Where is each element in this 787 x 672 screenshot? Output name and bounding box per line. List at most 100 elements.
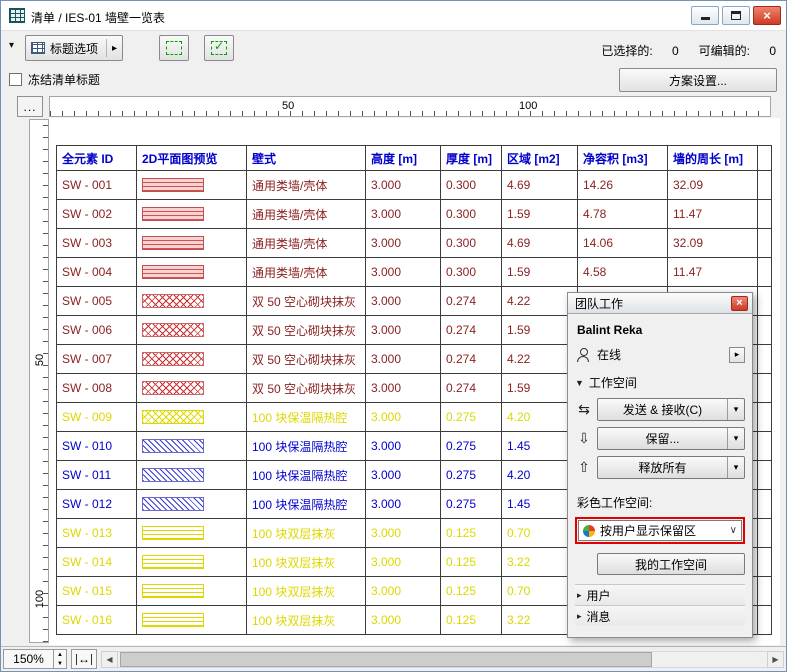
- cell-height[interactable]: 3.000: [366, 403, 441, 432]
- cell-perimeter[interactable]: 32.09: [668, 171, 758, 200]
- freeze-header-option[interactable]: 冻结清单标题: [9, 71, 100, 88]
- table-row[interactable]: SW - 002 通用类墙/壳体 3.000 0.300 1.59 4.78 1…: [57, 200, 772, 229]
- zoom-control[interactable]: 150% ▲ ▼: [3, 649, 67, 669]
- cell-element-id[interactable]: SW - 005: [57, 287, 137, 316]
- cell-preview[interactable]: [137, 577, 247, 606]
- cell-element-id[interactable]: SW - 002: [57, 200, 137, 229]
- column-header[interactable]: 2D平面图预览: [137, 146, 247, 171]
- messages-section-header[interactable]: ▸ 消息: [575, 605, 745, 626]
- colored-workspace-select[interactable]: 按用户显示保留区 ∨: [578, 520, 742, 541]
- cell-height[interactable]: 3.000: [366, 374, 441, 403]
- cell-net-volume[interactable]: 14.26: [578, 171, 668, 200]
- cell-height[interactable]: 3.000: [366, 490, 441, 519]
- cell-preview[interactable]: [137, 345, 247, 374]
- arrow-down-icon[interactable]: ▼: [54, 659, 66, 668]
- cell-element-id[interactable]: SW - 010: [57, 432, 137, 461]
- arrow-up-icon[interactable]: ▲: [54, 650, 66, 659]
- cell-element-id[interactable]: SW - 009: [57, 403, 137, 432]
- chevron-down-icon[interactable]: ▾: [727, 399, 744, 420]
- scrollbar-thumb[interactable]: [120, 652, 652, 667]
- cell-thickness[interactable]: 0.300: [441, 200, 502, 229]
- titlebar[interactable]: 清单 / IES-01 墙壁一览表 ×: [1, 1, 786, 31]
- chevron-down-icon[interactable]: ▾: [727, 428, 744, 449]
- cell-wall-type[interactable]: 100 块保温隔热腔: [247, 432, 366, 461]
- ruler-corner-button[interactable]: ...: [17, 96, 43, 117]
- cell-wall-type[interactable]: 100 块双层抹灰: [247, 548, 366, 577]
- cell-preview[interactable]: [137, 461, 247, 490]
- cell-element-id[interactable]: SW - 001: [57, 171, 137, 200]
- workspace-section-header[interactable]: ▼ 工作空间: [575, 374, 745, 391]
- horizontal-ruler[interactable]: 50 100: [49, 96, 771, 117]
- cell-wall-type[interactable]: 双 50 空心砌块抹灰: [247, 316, 366, 345]
- teamwork-palette-titlebar[interactable]: 团队工作 ×: [568, 293, 752, 314]
- column-header[interactable]: 高度 [m]: [366, 146, 441, 171]
- palette-close-button[interactable]: ×: [731, 296, 748, 311]
- cell-area[interactable]: 1.59: [502, 200, 578, 229]
- cell-thickness[interactable]: 0.274: [441, 287, 502, 316]
- column-header[interactable]: 区域 [m2]: [502, 146, 578, 171]
- minimize-button[interactable]: [691, 6, 719, 25]
- cell-wall-type[interactable]: 双 50 空心砌块抹灰: [247, 374, 366, 403]
- chevron-down-icon[interactable]: ▾: [9, 40, 14, 51]
- cell-preview[interactable]: [137, 519, 247, 548]
- cell-height[interactable]: 3.000: [366, 461, 441, 490]
- column-header[interactable]: 净容积 [m3]: [578, 146, 668, 171]
- cell-preview[interactable]: [137, 200, 247, 229]
- cell-thickness[interactable]: 0.275: [441, 403, 502, 432]
- cell-element-id[interactable]: SW - 013: [57, 519, 137, 548]
- release-all-button[interactable]: 释放所有 ▾: [597, 456, 745, 479]
- send-receive-button[interactable]: 发送 & 接收(C) ▾: [597, 398, 745, 421]
- cell-element-id[interactable]: SW - 003: [57, 229, 137, 258]
- horizontal-scrollbar[interactable]: ◀ ▶: [101, 651, 784, 668]
- cell-height[interactable]: 3.000: [366, 345, 441, 374]
- cell-net-volume[interactable]: 4.78: [578, 200, 668, 229]
- cell-element-id[interactable]: SW - 007: [57, 345, 137, 374]
- cell-thickness[interactable]: 0.125: [441, 548, 502, 577]
- column-header[interactable]: 墙的周长 [m]: [668, 146, 758, 171]
- cell-element-id[interactable]: SW - 015: [57, 577, 137, 606]
- cell-wall-type[interactable]: 通用类墙/壳体: [247, 200, 366, 229]
- cell-element-id[interactable]: SW - 012: [57, 490, 137, 519]
- cell-height[interactable]: 3.000: [366, 316, 441, 345]
- cell-element-id[interactable]: SW - 008: [57, 374, 137, 403]
- cell-preview[interactable]: [137, 606, 247, 635]
- cell-thickness[interactable]: 0.300: [441, 258, 502, 287]
- my-workspace-button[interactable]: 我的工作空间: [597, 553, 745, 575]
- vertical-ruler[interactable]: 50 100: [29, 119, 49, 643]
- column-header[interactable]: 壁式: [247, 146, 366, 171]
- cell-element-id[interactable]: SW - 004: [57, 258, 137, 287]
- user-flyout-button[interactable]: ▸: [729, 347, 745, 363]
- cell-thickness[interactable]: 0.125: [441, 519, 502, 548]
- cell-thickness[interactable]: 0.275: [441, 490, 502, 519]
- cell-height[interactable]: 3.000: [366, 229, 441, 258]
- cell-thickness[interactable]: 0.275: [441, 432, 502, 461]
- cell-preview[interactable]: [137, 490, 247, 519]
- cell-height[interactable]: 3.000: [366, 606, 441, 635]
- maximize-button[interactable]: [722, 6, 750, 25]
- cell-net-volume[interactable]: 14.06: [578, 229, 668, 258]
- cell-element-id[interactable]: SW - 011: [57, 461, 137, 490]
- cell-wall-type[interactable]: 100 块保温隔热腔: [247, 490, 366, 519]
- cell-thickness[interactable]: 0.125: [441, 577, 502, 606]
- cell-perimeter[interactable]: 11.47: [668, 258, 758, 287]
- cell-height[interactable]: 3.000: [366, 171, 441, 200]
- cell-element-id[interactable]: SW - 016: [57, 606, 137, 635]
- marquee-select-button[interactable]: [159, 35, 189, 61]
- cell-area[interactable]: 4.69: [502, 229, 578, 258]
- cell-element-id[interactable]: SW - 014: [57, 548, 137, 577]
- cell-area[interactable]: 4.69: [502, 171, 578, 200]
- column-header[interactable]: 全元素 ID: [57, 146, 137, 171]
- cell-perimeter[interactable]: 32.09: [668, 229, 758, 258]
- cell-wall-type[interactable]: 通用类墙/壳体: [247, 229, 366, 258]
- cell-thickness[interactable]: 0.274: [441, 374, 502, 403]
- users-section-header[interactable]: ▸ 用户: [575, 584, 745, 605]
- fit-width-button[interactable]: ↔: [71, 649, 97, 669]
- cell-wall-type[interactable]: 双 50 空心砌块抹灰: [247, 345, 366, 374]
- cell-preview[interactable]: [137, 287, 247, 316]
- cell-preview[interactable]: [137, 432, 247, 461]
- cell-area[interactable]: 1.59: [502, 258, 578, 287]
- title-options-button[interactable]: 标题选项 ▸: [25, 35, 123, 61]
- cell-height[interactable]: 3.000: [366, 432, 441, 461]
- cell-preview[interactable]: [137, 171, 247, 200]
- marquee-select-checked-button[interactable]: ✓: [204, 35, 234, 61]
